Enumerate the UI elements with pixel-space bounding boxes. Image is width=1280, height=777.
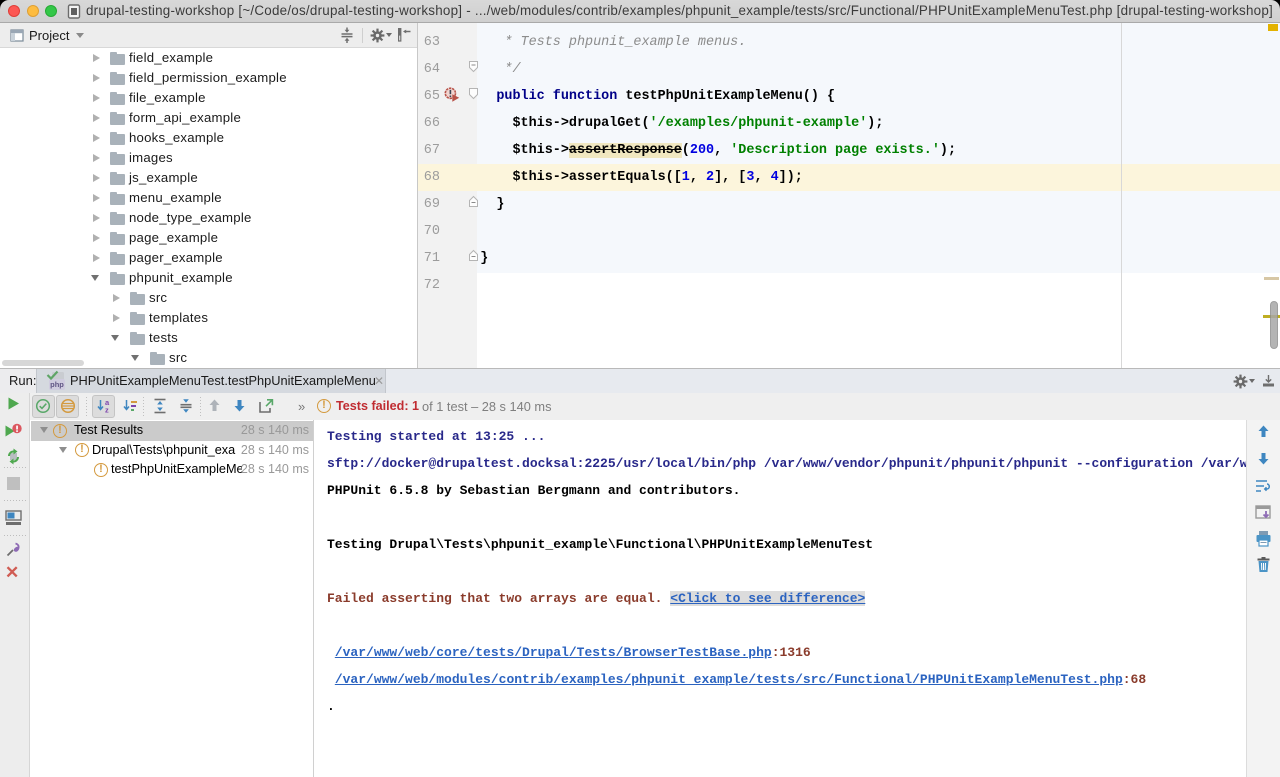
svg-text:z: z bbox=[105, 406, 109, 415]
